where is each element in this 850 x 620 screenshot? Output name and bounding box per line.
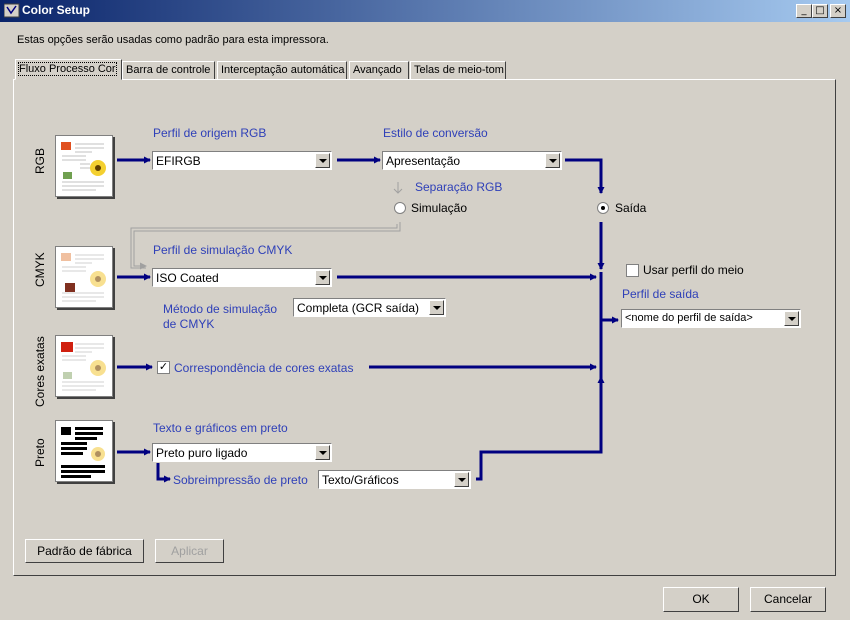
cmyk-simulation-method-select[interactable]: Completa (GCR saída) <box>293 298 446 317</box>
output-profile-label: Perfil de saída <box>622 287 699 301</box>
black-text-graphics-label: Texto e gráficos em preto <box>153 421 288 435</box>
chevron-down-icon <box>545 153 560 168</box>
rgb-separation-label: Separação RGB <box>415 180 503 194</box>
output-radio-label: Saída <box>615 201 647 215</box>
output-radio[interactable] <box>597 202 609 214</box>
row-label-cores-exatas: Cores exatas <box>33 336 47 407</box>
black-overprint-label: Sobreimpressão de preto <box>173 473 308 487</box>
conversion-style-label: Estilo de conversão <box>383 126 488 140</box>
simulation-radio[interactable] <box>394 202 406 214</box>
chevron-down-icon <box>454 472 469 487</box>
row-label-cmyk: CMYK <box>33 252 47 287</box>
arrow-to-overprint <box>156 463 171 483</box>
arrow-down-icon <box>393 182 403 194</box>
cmyk-simulation-profile-label: Perfil de simulação CMYK <box>153 243 293 257</box>
cmyk-simulation-method-label-line2: de CMYK <box>163 317 215 331</box>
chevron-down-icon <box>784 311 799 326</box>
rgb-document-thumbnail <box>55 135 113 197</box>
chevron-down-icon <box>315 153 330 168</box>
arrow-black-to-output <box>476 376 605 481</box>
apply-button[interactable]: Aplicar <box>155 539 224 563</box>
use-media-profile-label: Usar perfil do meio <box>643 263 744 277</box>
cmyk-simulation-method-label-line1: Método de simulação <box>163 302 278 316</box>
rgb-source-profile-label: Perfil de origem RGB <box>153 126 267 140</box>
arrow-style-to-output <box>565 158 605 194</box>
conversion-style-select[interactable]: Apresentação <box>382 151 562 170</box>
cmyk-document-thumbnail <box>55 246 113 308</box>
spot-color-matching-label: Correspondência de cores exatas <box>174 361 354 375</box>
tab-fluxo-processo-cor[interactable]: Fluxo Processo Cor <box>15 59 122 80</box>
row-label-rgb: RGB <box>33 147 47 174</box>
black-text-graphics-select[interactable]: Preto puro ligado <box>152 443 332 462</box>
chevron-down-icon <box>315 445 330 460</box>
black-document-thumbnail <box>55 420 113 482</box>
row-label-preto: Preto <box>33 438 47 467</box>
simulation-radio-label: Simulação <box>411 201 468 215</box>
cmyk-simulation-profile-select[interactable]: ISO Coated <box>152 268 332 287</box>
rgb-source-profile-select[interactable]: EFIRGB <box>152 151 332 170</box>
factory-default-button[interactable]: Padrão de fábrica <box>25 539 144 563</box>
chevron-down-icon <box>429 300 444 315</box>
use-media-profile-checkbox[interactable] <box>626 264 639 277</box>
chevron-down-icon <box>315 270 330 285</box>
spot-colors-document-thumbnail <box>55 335 113 397</box>
spot-color-matching-checkbox[interactable]: ✓ <box>157 361 170 374</box>
black-overprint-select[interactable]: Texto/Gráficos <box>318 470 471 489</box>
output-profile-select[interactable]: <nome do perfil de saída> <box>621 309 801 328</box>
